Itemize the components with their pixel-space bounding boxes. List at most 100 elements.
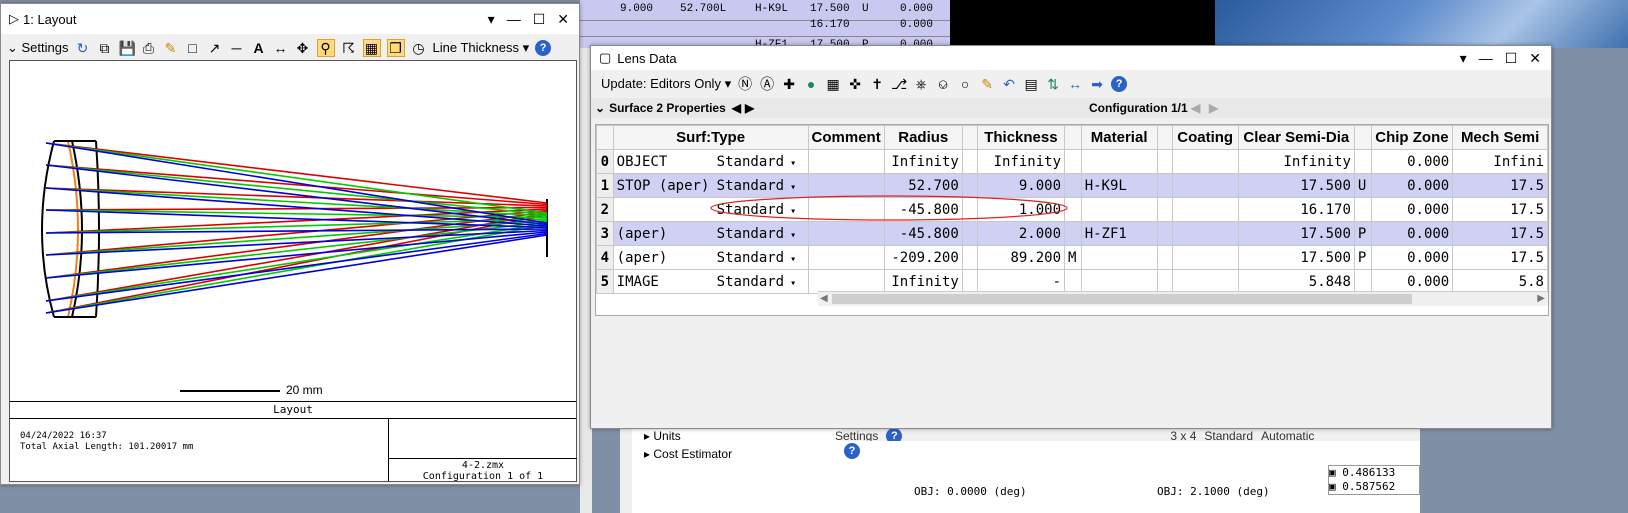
clear-semi-dia-cell[interactable]: 5.848 bbox=[1237, 269, 1355, 294]
semi-dia-solve-cell[interactable]: P bbox=[1353, 221, 1372, 246]
config-next-icon[interactable]: ▶ bbox=[1209, 101, 1218, 115]
chip-zone-cell[interactable]: 0.000 bbox=[1370, 245, 1454, 270]
comment-cell[interactable] bbox=[807, 269, 885, 294]
thickness-solve-cell[interactable] bbox=[1064, 221, 1082, 246]
surf-type-cell[interactable]: (aper) Standard ▾ bbox=[612, 245, 809, 270]
auto-icon[interactable]: Ⓐ bbox=[759, 76, 775, 92]
lock-icon[interactable]: ☈ bbox=[341, 40, 357, 56]
collapse-icon[interactable]: ⌄ bbox=[595, 101, 605, 115]
surface-type-dropdown[interactable]: Standard bbox=[717, 178, 784, 194]
dropdown-arrow-icon[interactable]: ▾ bbox=[784, 182, 796, 193]
copy-icon[interactable]: ⧉ bbox=[97, 40, 113, 56]
coating-cell[interactable] bbox=[1171, 221, 1239, 246]
radius-solve-cell[interactable] bbox=[961, 221, 978, 246]
surf-type-cell[interactable]: (aper) Standard ▾ bbox=[612, 221, 809, 246]
radius-solve-cell[interactable] bbox=[961, 245, 978, 270]
chip-zone-cell[interactable]: 0.000 bbox=[1370, 269, 1454, 294]
material-solve-cell[interactable] bbox=[1156, 197, 1173, 222]
semi-dia-solve-cell[interactable] bbox=[1353, 149, 1372, 174]
update-dropdown[interactable]: Update: Editors Only ▾ bbox=[601, 76, 731, 92]
table-row[interactable]: 5 IMAGE Standard ▾ Infinity - 5.848 0.000 5.8 bbox=[596, 269, 1548, 294]
edit-icon[interactable]: ✎ bbox=[979, 76, 995, 92]
close-button[interactable]: ✕ bbox=[1529, 50, 1541, 67]
thickness-cell[interactable]: 89.200 bbox=[976, 245, 1066, 270]
sheet-icon[interactable]: ▤ bbox=[1023, 76, 1039, 92]
material-cell[interactable] bbox=[1080, 245, 1158, 270]
material-solve-cell[interactable] bbox=[1156, 245, 1173, 270]
circle-icon[interactable]: ○ bbox=[957, 76, 973, 92]
line-icon[interactable]: ─ bbox=[229, 40, 245, 56]
pencil-icon[interactable]: ✎ bbox=[163, 40, 179, 56]
map-icon[interactable]: ▦ bbox=[825, 76, 841, 92]
material-cell[interactable]: H-ZF1 bbox=[1080, 221, 1158, 246]
table-row[interactable]: 3 (aper) Standard ▾ -45.800 2.000 H-ZF1 17.500… bbox=[596, 221, 1548, 246]
thickness-solve-cell[interactable] bbox=[1064, 269, 1082, 294]
coating-cell[interactable] bbox=[1171, 173, 1239, 198]
calc-icon[interactable]: Ⓝ bbox=[737, 76, 753, 92]
chip-zone-cell[interactable]: 0.000 bbox=[1370, 149, 1454, 174]
col-surf-type[interactable]: Surf:Type bbox=[612, 125, 809, 150]
ray-aim-icon[interactable]: ✜ bbox=[847, 76, 863, 92]
coating-cell[interactable] bbox=[1171, 269, 1239, 294]
surf-type-cell[interactable]: IMAGE Standard ▾ bbox=[612, 269, 809, 294]
settings-button[interactable]: ⌄ Settings bbox=[7, 40, 69, 56]
scroll-left-icon[interactable]: ◀ bbox=[820, 293, 828, 304]
clear-semi-dia-cell[interactable]: 16.170 bbox=[1237, 197, 1355, 222]
dropdown-icon[interactable]: ▾ bbox=[1460, 50, 1467, 67]
coating-cell[interactable] bbox=[1171, 197, 1239, 222]
col-material[interactable]: Material bbox=[1080, 125, 1158, 150]
refresh-icon[interactable]: ↻ bbox=[75, 40, 91, 56]
semi-dia-solve-cell[interactable]: U bbox=[1353, 173, 1372, 198]
undo-icon[interactable]: ↶ bbox=[1001, 76, 1017, 92]
radius-cell[interactable]: Infinity bbox=[883, 269, 963, 294]
dropdown-arrow-icon[interactable]: ▾ bbox=[784, 254, 796, 265]
material-solve-cell[interactable] bbox=[1156, 269, 1173, 294]
horizontal-scrollbar[interactable]: ◀ ▶ bbox=[818, 291, 1548, 306]
col-chip-zone[interactable]: Chip Zone bbox=[1370, 125, 1454, 150]
material-solve-cell[interactable] bbox=[1156, 173, 1173, 198]
lens-data-window[interactable]: ▢ Lens Data ▾ — ☐ ✕ Update: Editors Only… bbox=[590, 45, 1552, 429]
table-row[interactable]: 0 OBJECT Standard ▾ Infinity Infinity Infinit… bbox=[596, 149, 1548, 174]
radius-solve-cell[interactable] bbox=[961, 269, 978, 294]
layout-grid-icon[interactable]: ▦ bbox=[362, 39, 381, 57]
radius-cell[interactable]: -209.200 bbox=[883, 245, 963, 270]
layout-window[interactable]: ▷ 1: Layout ▾ — ☐ ✕ ⌄ Settings ↻ ⧉ 💾 ⎙ ✎… bbox=[0, 3, 580, 485]
material-cell[interactable] bbox=[1080, 149, 1158, 174]
help-icon[interactable]: ? bbox=[1111, 76, 1128, 92]
rectangle-icon[interactable]: □ bbox=[185, 40, 201, 56]
clock-icon[interactable]: ◷ bbox=[411, 40, 427, 56]
comment-cell[interactable] bbox=[807, 149, 885, 174]
save-icon[interactable]: 💾 bbox=[119, 40, 136, 56]
coating-cell[interactable] bbox=[1171, 149, 1239, 174]
clear-semi-dia-cell[interactable]: 17.500 bbox=[1237, 173, 1355, 198]
surf-type-cell[interactable]: OBJECT Standard ▾ bbox=[612, 149, 809, 174]
globe-icon[interactable]: ● bbox=[803, 76, 819, 92]
help-icon[interactable]: ? bbox=[535, 40, 552, 56]
surface-properties-label[interactable]: Surface 2 Properties bbox=[609, 101, 726, 115]
col-clear-semi-dia[interactable]: Clear Semi-Dia bbox=[1237, 125, 1355, 150]
surface-type-dropdown[interactable]: Standard bbox=[717, 274, 784, 290]
dimension-icon[interactable]: ↔ bbox=[273, 40, 289, 56]
semi-dia-solve-cell[interactable]: P bbox=[1353, 245, 1372, 270]
thickness-cell[interactable]: Infinity bbox=[976, 149, 1066, 174]
swap-icon[interactable]: ⇅ bbox=[1045, 76, 1061, 92]
radius-cell[interactable]: Infinity bbox=[883, 149, 963, 174]
col-mech-semi[interactable]: Mech Semi bbox=[1452, 125, 1548, 150]
comment-cell[interactable] bbox=[807, 245, 885, 270]
tree-item[interactable]: ▸ Units bbox=[632, 427, 842, 445]
surface-type-dropdown[interactable]: Standard bbox=[717, 154, 784, 170]
print-icon[interactable]: ⎙ bbox=[141, 40, 157, 56]
mech-semi-cell[interactable]: 17.5 bbox=[1452, 173, 1548, 198]
thickness-cell[interactable]: - bbox=[976, 269, 1066, 294]
mech-semi-cell[interactable]: 17.5 bbox=[1452, 245, 1548, 270]
ray-off-icon[interactable]: ✝ bbox=[869, 76, 885, 92]
comment-cell[interactable] bbox=[807, 221, 885, 246]
chip-zone-cell[interactable]: 0.000 bbox=[1370, 197, 1454, 222]
text-icon[interactable]: A bbox=[251, 40, 267, 56]
coordinate-icon[interactable]: ⎉ bbox=[935, 76, 951, 92]
table-row[interactable]: 4 (aper) Standard ▾ -209.200 89.200 M 17.500 P 0… bbox=[596, 245, 1548, 270]
mech-semi-cell[interactable]: 17.5 bbox=[1452, 221, 1548, 246]
mech-semi-cell[interactable]: 5.8 bbox=[1452, 269, 1548, 294]
thickness-solve-cell[interactable]: M bbox=[1064, 245, 1082, 270]
semi-dia-solve-cell[interactable] bbox=[1353, 269, 1372, 294]
